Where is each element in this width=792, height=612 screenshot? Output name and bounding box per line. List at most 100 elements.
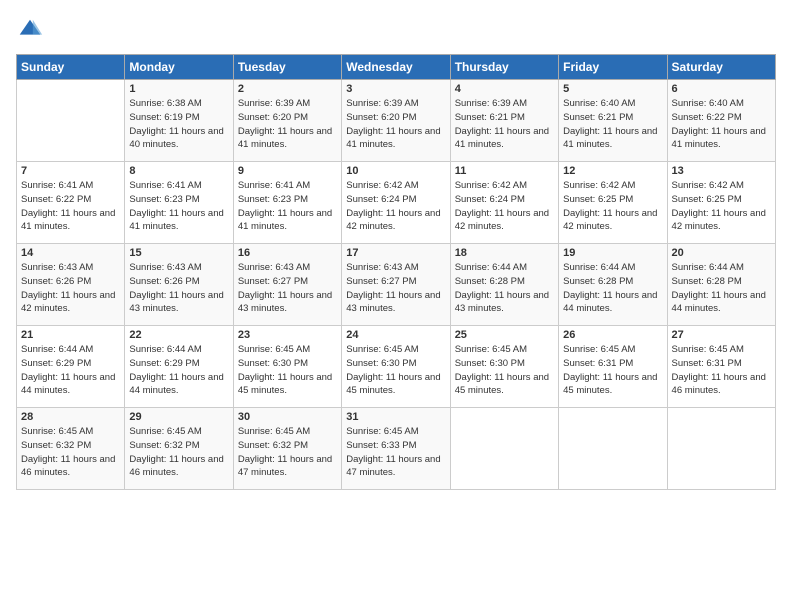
day-number: 20 (672, 247, 771, 259)
sunset: Sunset: 6:32 PM (238, 440, 308, 451)
sunset: Sunset: 6:29 PM (21, 358, 91, 369)
daylight: Daylight: 11 hours and 42 minutes. (672, 208, 766, 233)
calendar-cell: 13 Sunrise: 6:42 AM Sunset: 6:25 PM Dayl… (667, 162, 775, 244)
cell-content: Sunrise: 6:39 AM Sunset: 6:20 PM Dayligh… (346, 97, 445, 152)
sunrise: Sunrise: 6:44 AM (455, 262, 527, 273)
day-number: 3 (346, 83, 445, 95)
day-number: 22 (129, 329, 228, 341)
daylight: Daylight: 11 hours and 41 minutes. (455, 126, 549, 151)
sunrise: Sunrise: 6:42 AM (563, 180, 635, 191)
daylight: Daylight: 11 hours and 42 minutes. (346, 208, 440, 233)
calendar-cell: 30 Sunrise: 6:45 AM Sunset: 6:32 PM Dayl… (233, 408, 341, 490)
sunset: Sunset: 6:24 PM (455, 194, 525, 205)
sunset: Sunset: 6:22 PM (672, 112, 742, 123)
cell-content: Sunrise: 6:44 AM Sunset: 6:28 PM Dayligh… (563, 261, 662, 316)
cell-content: Sunrise: 6:43 AM Sunset: 6:27 PM Dayligh… (238, 261, 337, 316)
cell-content: Sunrise: 6:39 AM Sunset: 6:21 PM Dayligh… (455, 97, 554, 152)
daylight: Daylight: 11 hours and 44 minutes. (672, 290, 766, 315)
daylight: Daylight: 11 hours and 47 minutes. (346, 454, 440, 479)
logo-icon (16, 16, 44, 44)
column-header-friday: Friday (559, 55, 667, 80)
cell-content: Sunrise: 6:38 AM Sunset: 6:19 PM Dayligh… (129, 97, 228, 152)
sunrise: Sunrise: 6:45 AM (346, 344, 418, 355)
calendar-cell: 11 Sunrise: 6:42 AM Sunset: 6:24 PM Dayl… (450, 162, 558, 244)
daylight: Daylight: 11 hours and 42 minutes. (455, 208, 549, 233)
calendar-cell: 17 Sunrise: 6:43 AM Sunset: 6:27 PM Dayl… (342, 244, 450, 326)
page-container: SundayMondayTuesdayWednesdayThursdayFrid… (0, 0, 792, 612)
cell-content: Sunrise: 6:42 AM Sunset: 6:25 PM Dayligh… (672, 179, 771, 234)
sunrise: Sunrise: 6:45 AM (238, 426, 310, 437)
cell-content: Sunrise: 6:41 AM Sunset: 6:22 PM Dayligh… (21, 179, 120, 234)
sunset: Sunset: 6:23 PM (238, 194, 308, 205)
sunrise: Sunrise: 6:39 AM (238, 98, 310, 109)
calendar-cell: 20 Sunrise: 6:44 AM Sunset: 6:28 PM Dayl… (667, 244, 775, 326)
daylight: Daylight: 11 hours and 44 minutes. (563, 290, 657, 315)
calendar-cell: 14 Sunrise: 6:43 AM Sunset: 6:26 PM Dayl… (17, 244, 125, 326)
week-row-4: 21 Sunrise: 6:44 AM Sunset: 6:29 PM Dayl… (17, 326, 776, 408)
day-number: 29 (129, 411, 228, 423)
cell-content: Sunrise: 6:40 AM Sunset: 6:21 PM Dayligh… (563, 97, 662, 152)
cell-content: Sunrise: 6:45 AM Sunset: 6:32 PM Dayligh… (129, 425, 228, 480)
day-number: 16 (238, 247, 337, 259)
daylight: Daylight: 11 hours and 43 minutes. (129, 290, 223, 315)
sunset: Sunset: 6:27 PM (238, 276, 308, 287)
daylight: Daylight: 11 hours and 44 minutes. (21, 372, 115, 397)
calendar-cell (17, 80, 125, 162)
daylight: Daylight: 11 hours and 41 minutes. (563, 126, 657, 151)
week-row-2: 7 Sunrise: 6:41 AM Sunset: 6:22 PM Dayli… (17, 162, 776, 244)
calendar-cell (559, 408, 667, 490)
day-number: 5 (563, 83, 662, 95)
daylight: Daylight: 11 hours and 43 minutes. (238, 290, 332, 315)
day-number: 18 (455, 247, 554, 259)
day-number: 10 (346, 165, 445, 177)
column-header-thursday: Thursday (450, 55, 558, 80)
calendar-cell: 18 Sunrise: 6:44 AM Sunset: 6:28 PM Dayl… (450, 244, 558, 326)
column-header-saturday: Saturday (667, 55, 775, 80)
sunrise: Sunrise: 6:44 AM (563, 262, 635, 273)
sunrise: Sunrise: 6:45 AM (563, 344, 635, 355)
calendar-cell: 26 Sunrise: 6:45 AM Sunset: 6:31 PM Dayl… (559, 326, 667, 408)
sunrise: Sunrise: 6:44 AM (21, 344, 93, 355)
sunset: Sunset: 6:30 PM (455, 358, 525, 369)
sunset: Sunset: 6:23 PM (129, 194, 199, 205)
sunrise: Sunrise: 6:43 AM (346, 262, 418, 273)
sunrise: Sunrise: 6:40 AM (563, 98, 635, 109)
calendar-cell: 8 Sunrise: 6:41 AM Sunset: 6:23 PM Dayli… (125, 162, 233, 244)
cell-content: Sunrise: 6:39 AM Sunset: 6:20 PM Dayligh… (238, 97, 337, 152)
daylight: Daylight: 11 hours and 40 minutes. (129, 126, 223, 151)
sunset: Sunset: 6:31 PM (563, 358, 633, 369)
sunrise: Sunrise: 6:39 AM (346, 98, 418, 109)
cell-content: Sunrise: 6:41 AM Sunset: 6:23 PM Dayligh… (238, 179, 337, 234)
day-number: 21 (21, 329, 120, 341)
day-number: 12 (563, 165, 662, 177)
sunrise: Sunrise: 6:45 AM (346, 426, 418, 437)
cell-content: Sunrise: 6:45 AM Sunset: 6:30 PM Dayligh… (346, 343, 445, 398)
day-number: 28 (21, 411, 120, 423)
calendar-cell: 12 Sunrise: 6:42 AM Sunset: 6:25 PM Dayl… (559, 162, 667, 244)
daylight: Daylight: 11 hours and 45 minutes. (563, 372, 657, 397)
calendar-cell: 25 Sunrise: 6:45 AM Sunset: 6:30 PM Dayl… (450, 326, 558, 408)
cell-content: Sunrise: 6:44 AM Sunset: 6:28 PM Dayligh… (672, 261, 771, 316)
sunrise: Sunrise: 6:38 AM (129, 98, 201, 109)
calendar-cell: 9 Sunrise: 6:41 AM Sunset: 6:23 PM Dayli… (233, 162, 341, 244)
day-number: 13 (672, 165, 771, 177)
day-number: 19 (563, 247, 662, 259)
sunset: Sunset: 6:24 PM (346, 194, 416, 205)
cell-content: Sunrise: 6:43 AM Sunset: 6:26 PM Dayligh… (21, 261, 120, 316)
calendar-cell: 7 Sunrise: 6:41 AM Sunset: 6:22 PM Dayli… (17, 162, 125, 244)
cell-content: Sunrise: 6:45 AM Sunset: 6:32 PM Dayligh… (238, 425, 337, 480)
sunrise: Sunrise: 6:45 AM (672, 344, 744, 355)
sunset: Sunset: 6:33 PM (346, 440, 416, 451)
calendar-cell: 29 Sunrise: 6:45 AM Sunset: 6:32 PM Dayl… (125, 408, 233, 490)
daylight: Daylight: 11 hours and 41 minutes. (21, 208, 115, 233)
calendar-cell: 5 Sunrise: 6:40 AM Sunset: 6:21 PM Dayli… (559, 80, 667, 162)
sunset: Sunset: 6:31 PM (672, 358, 742, 369)
day-number: 4 (455, 83, 554, 95)
sunset: Sunset: 6:29 PM (129, 358, 199, 369)
calendar-header-row: SundayMondayTuesdayWednesdayThursdayFrid… (17, 55, 776, 80)
day-number: 25 (455, 329, 554, 341)
calendar-cell: 2 Sunrise: 6:39 AM Sunset: 6:20 PM Dayli… (233, 80, 341, 162)
cell-content: Sunrise: 6:44 AM Sunset: 6:29 PM Dayligh… (21, 343, 120, 398)
calendar-cell: 31 Sunrise: 6:45 AM Sunset: 6:33 PM Dayl… (342, 408, 450, 490)
sunrise: Sunrise: 6:41 AM (129, 180, 201, 191)
